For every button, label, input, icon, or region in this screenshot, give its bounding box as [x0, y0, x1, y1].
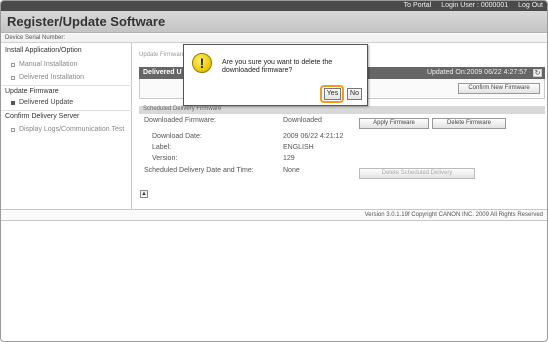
- label-value: ENGLISH: [283, 144, 314, 151]
- download-date-value: 2009 06/22 4:21:12: [283, 133, 344, 140]
- bullet-icon: [11, 101, 15, 105]
- downloaded-firmware-value: Downloaded: [283, 117, 322, 124]
- header: Register/Update Software: [1, 11, 547, 33]
- serial-bar: Device Serial Number:: [1, 34, 547, 43]
- breadcrumb: Update Firmware: [139, 52, 186, 58]
- sidebar-head-update: Update Firmware: [5, 88, 59, 95]
- page-title: Register/Update Software: [7, 14, 166, 29]
- divider: [1, 110, 132, 111]
- app-window: To Portal Login User : 0000001 Log Out R…: [0, 0, 548, 342]
- apply-firmware-button[interactable]: Apply Firmware: [359, 118, 429, 129]
- warning-icon: [192, 53, 212, 73]
- sidebar-item-delivered-installation[interactable]: Delivered Installation: [11, 74, 84, 81]
- sidebar-item-label: Manual Installation: [19, 61, 78, 68]
- confirm-delete-dialog: Are you sure you want to delete the down…: [183, 44, 368, 106]
- login-user-text: Login User : 0000001: [441, 2, 509, 9]
- section-title: Scheduled Delivery Firmware: [143, 106, 222, 112]
- sidebar-item-label: Delivered Update: [19, 99, 74, 106]
- refresh-icon[interactable]: ↻: [533, 69, 542, 77]
- sidebar-item-label: Delivered Installation: [19, 74, 84, 81]
- confirm-new-firmware-button[interactable]: Confirm New Firmware: [458, 83, 540, 94]
- sidebar-item-label: Display Logs/Communication Test: [19, 126, 125, 133]
- downloaded-firmware-label: Downloaded Firmware:: [144, 117, 216, 124]
- to-portal-link[interactable]: To Portal: [404, 2, 432, 9]
- no-button[interactable]: No: [347, 88, 362, 100]
- download-date-label: Download Date:: [152, 133, 202, 140]
- footer: Version 3.0.1.19f Copyright CANON INC. 2…: [1, 209, 547, 221]
- copyright-text: Version 3.0.1.19f Copyright CANON INC. 2…: [364, 212, 543, 218]
- scheduled-datetime-label: Scheduled Delivery Date and Time:: [144, 167, 254, 174]
- delete-firmware-button[interactable]: Delete Firmware: [432, 118, 506, 129]
- serial-label: Device Serial Number:: [5, 35, 66, 41]
- bullet-icon: [11, 128, 15, 132]
- divider: [1, 85, 132, 86]
- yes-button[interactable]: Yes: [324, 88, 341, 100]
- sidebar: Install Application/Option Manual Instal…: [1, 43, 132, 209]
- sidebar-item-delivered-update[interactable]: Delivered Update: [11, 99, 74, 106]
- scroll-top-icon[interactable]: ▲: [140, 190, 148, 198]
- section-title: Delivered U: [143, 69, 182, 76]
- sidebar-item-display-logs[interactable]: Display Logs/Communication Test: [11, 126, 125, 133]
- sidebar-item-manual-installation[interactable]: Manual Installation: [11, 61, 78, 68]
- delete-scheduled-delivery-button[interactable]: Delete Scheduled Delivery: [359, 168, 475, 179]
- logout-link[interactable]: Log Out: [518, 2, 543, 9]
- scheduled-delivery-bar: Scheduled Delivery Firmware: [139, 106, 545, 114]
- scheduled-datetime-value: None: [283, 167, 300, 174]
- bullet-icon: [11, 76, 15, 80]
- version-value: 129: [283, 155, 295, 162]
- sidebar-head-install: Install Application/Option: [5, 47, 82, 54]
- updated-on-text: Updated On:2009 06/22 4:27:57: [426, 69, 527, 76]
- label-label: Label:: [152, 144, 172, 151]
- bullet-icon: [11, 63, 15, 67]
- dialog-message: Are you sure you want to delete the down…: [222, 59, 333, 74]
- sidebar-head-confirm: Confirm Delivery Server: [5, 113, 80, 120]
- version-label: Version:: [152, 155, 178, 162]
- top-bar: To Portal Login User : 0000001 Log Out: [1, 1, 547, 11]
